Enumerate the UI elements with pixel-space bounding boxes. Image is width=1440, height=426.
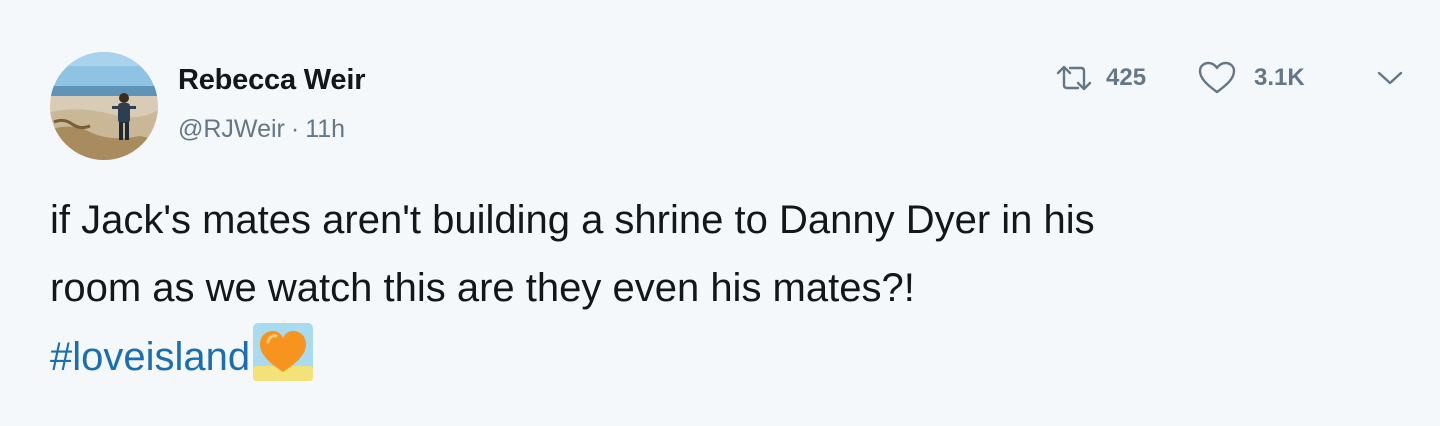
- tweet-text: if Jack's mates aren't building a shrine…: [50, 186, 1390, 403]
- retweet-count: 425: [1106, 64, 1147, 91]
- more-options-button[interactable]: [1376, 60, 1404, 96]
- hashtag-link[interactable]: #loveisland: [50, 335, 250, 379]
- retweet-icon: [1054, 63, 1094, 93]
- chevron-down-icon: [1376, 68, 1404, 88]
- meta-separator: ·: [290, 115, 300, 143]
- avatar[interactable]: [50, 52, 158, 160]
- tweet-timestamp[interactable]: 11h: [305, 115, 345, 143]
- tweet-text-line-2: room as we watch this are they even his …: [50, 266, 915, 310]
- author-handle[interactable]: @RJWeir: [178, 115, 285, 143]
- orange-heart-icon: [252, 322, 314, 403]
- author-meta: @RJWeir · 11h: [178, 115, 345, 144]
- tweet-text-line-1: if Jack's mates aren't building a shrine…: [50, 198, 1095, 242]
- author-display-name[interactable]: Rebecca Weir: [178, 64, 365, 97]
- like-button[interactable]: 3.1K: [1198, 60, 1305, 96]
- retweet-button[interactable]: 425: [1054, 60, 1146, 96]
- like-count: 3.1K: [1254, 64, 1305, 91]
- heart-icon: [1198, 61, 1236, 95]
- tweet-text-line-3: #loveisland: [50, 322, 1390, 403]
- tweet-card: Rebecca Weir @RJWeir · 11h 425 3.1K if Jac…: [0, 0, 1440, 426]
